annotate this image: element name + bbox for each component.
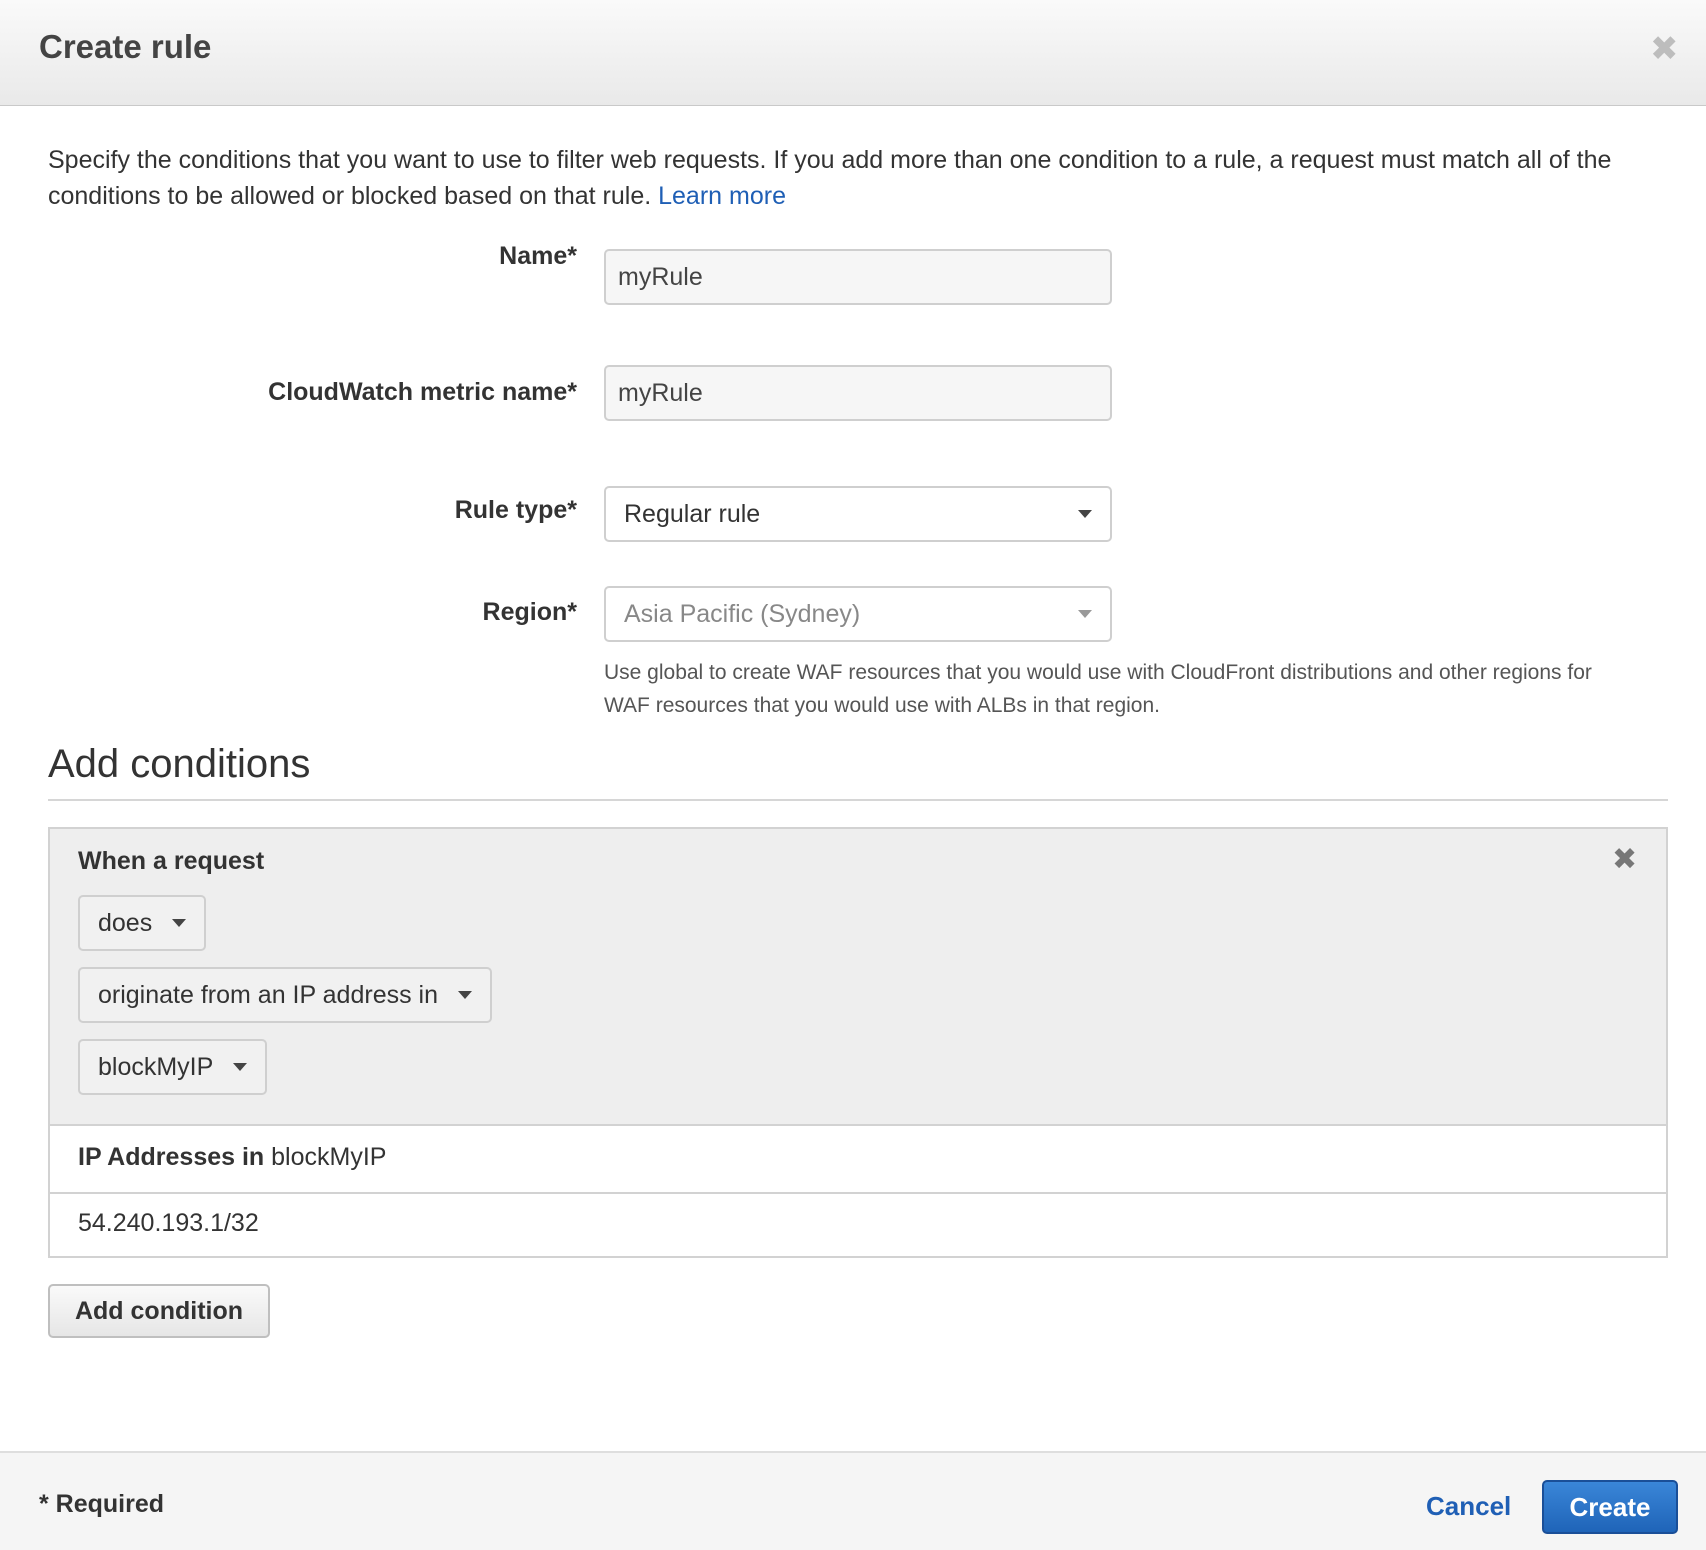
metric-name-label: CloudWatch metric name* xyxy=(268,378,577,406)
ip-header-label: IP Addresses in xyxy=(78,1143,265,1171)
region-label: Region* xyxy=(482,598,577,626)
modal-footer: * Required Cancel Create xyxy=(0,1451,1706,1550)
learn-more-link[interactable]: Learn more xyxy=(658,182,786,210)
does-value: does xyxy=(98,909,153,937)
rule-type-value: Regular rule xyxy=(624,500,761,528)
rule-type-select[interactable]: Regular rule xyxy=(604,486,1112,542)
modal-title: Create rule xyxy=(39,28,212,65)
add-conditions-title: Add conditions xyxy=(48,742,311,786)
when-a-request-label: When a request xyxy=(78,847,265,875)
condition-editor: When a request ✖ does originate from an … xyxy=(50,829,1666,1126)
ip-address-item: 54.240.193.1/32 xyxy=(78,1209,259,1237)
divider xyxy=(50,1192,1666,1194)
add-condition-button[interactable]: Add condition xyxy=(48,1284,270,1338)
condition-box: When a request ✖ does originate from an … xyxy=(48,827,1668,1258)
divider xyxy=(48,799,1668,801)
cancel-button[interactable]: Cancel xyxy=(1426,1491,1511,1522)
chevron-down-icon xyxy=(1078,510,1092,518)
remove-condition-icon[interactable]: ✖ xyxy=(1612,845,1637,875)
chevron-down-icon xyxy=(458,991,473,999)
ip-addresses-header: IP Addresses in blockMyIP xyxy=(78,1143,386,1172)
chevron-down-icon xyxy=(233,1063,248,1071)
name-input[interactable] xyxy=(604,249,1112,305)
rule-type-label: Rule type* xyxy=(454,496,577,524)
ip-set-name: blockMyIP xyxy=(264,1143,387,1171)
create-button[interactable]: Create xyxy=(1542,1480,1678,1534)
region-select: Asia Pacific (Sydney) xyxy=(604,586,1112,642)
modal-header: Create rule ✖ xyxy=(0,0,1706,106)
region-value: Asia Pacific (Sydney) xyxy=(624,600,861,628)
condition-value: blockMyIP xyxy=(98,1053,214,1081)
close-icon[interactable]: ✖ xyxy=(1650,32,1679,66)
required-note: * Required xyxy=(39,1490,165,1518)
chevron-down-icon xyxy=(1078,610,1092,618)
region-help-text: Use global to create WAF resources that … xyxy=(604,661,1592,717)
match-type-dropdown[interactable]: originate from an IP address in xyxy=(78,967,493,1023)
does-dropdown[interactable]: does xyxy=(78,895,207,951)
metric-name-input[interactable] xyxy=(604,365,1112,421)
chevron-down-icon xyxy=(172,919,187,927)
name-label: Name* xyxy=(499,242,577,270)
intro-description: Specify the conditions that you want to … xyxy=(48,146,1612,210)
intro-text: Specify the conditions that you want to … xyxy=(48,142,1668,214)
condition-dropdown[interactable]: blockMyIP xyxy=(78,1039,268,1095)
match-type-value: originate from an IP address in xyxy=(98,981,439,1009)
